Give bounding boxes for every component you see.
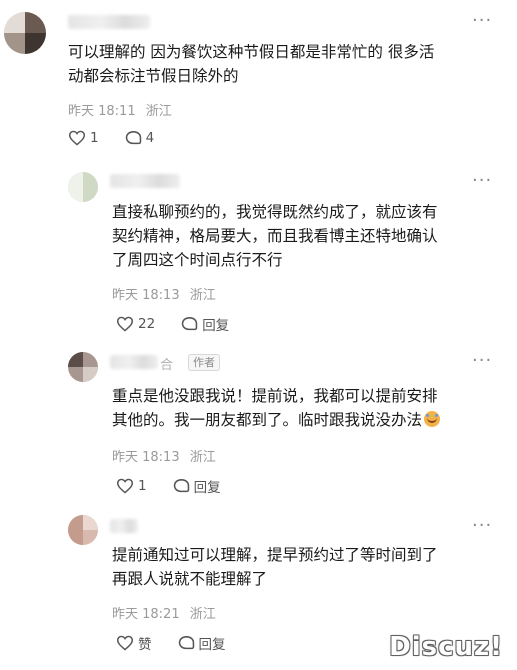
comment-2: ··· 直接私聊预约的，我觉得既然约成了，就应该有 契约精神，格局要大，而且我看…: [0, 160, 517, 340]
comment-bubble-icon: [181, 317, 198, 331]
reply-button[interactable]: 回复: [178, 633, 226, 653]
avatar[interactable]: [68, 352, 98, 382]
comment-meta: 昨天 18:11 浙江: [68, 100, 172, 119]
like-button[interactable]: 赞: [116, 633, 152, 653]
heart-icon: [116, 478, 134, 494]
username-tail: 合: [160, 358, 174, 373]
avatar[interactable]: [68, 515, 98, 545]
reply-count: 4: [145, 130, 155, 146]
comment-time: 昨天 18:13: [112, 288, 180, 303]
comment-meta: 昨天 18:13 浙江: [112, 446, 216, 465]
reply-button[interactable]: 回复: [181, 314, 229, 334]
comment-time: 昨天 18:21: [112, 607, 180, 622]
like-label: 赞: [138, 637, 152, 653]
comment-actions: 22 回复: [116, 314, 255, 334]
comment-bubble-icon: [173, 479, 189, 493]
like-count: 1: [138, 478, 147, 494]
comment-bubble-icon: [125, 131, 141, 145]
comment-actions: 1 回复: [116, 476, 247, 496]
avatar[interactable]: [68, 172, 98, 202]
like-button[interactable]: 1: [68, 130, 99, 146]
like-count: 22: [138, 316, 156, 332]
comment-actions: 赞 回复: [116, 633, 252, 653]
comment-text: 直接私聊预约的，我觉得既然约成了，就应该有 契约精神，格局要大，而且我看博主还特…: [112, 203, 438, 269]
sad-emoji-icon: [424, 411, 441, 427]
heart-icon: [68, 130, 86, 146]
avatar[interactable]: [4, 12, 46, 54]
comment-button[interactable]: 4: [125, 130, 155, 146]
comment-3: 合 作者 ··· 重点是他没跟我说！提前说，我都可以提前安排 其他的。我一朋友都…: [0, 340, 517, 505]
comment-location: 浙江: [189, 450, 216, 465]
comment-location: 浙江: [189, 607, 216, 622]
more-dots-icon[interactable]: ···: [472, 352, 492, 370]
comment-text: 重点是他没跟我说！提前说，我都可以提前安排 其他的。我一朋友都到了。临时跟我说没…: [112, 384, 441, 432]
more-dots-icon[interactable]: ···: [472, 172, 492, 190]
comment-time: 昨天 18:13: [112, 450, 180, 465]
comment-1: ··· 可以理解的 因为餐饮这种节假日都是非常忙的 很多活 动都会标注节假日除外…: [0, 0, 517, 160]
reply-button[interactable]: 回复: [173, 476, 221, 496]
comment-location: 浙江: [145, 104, 172, 119]
username-blurred[interactable]: [110, 355, 158, 369]
reply-label: 回复: [198, 637, 226, 653]
comment-meta: 昨天 18:21 浙江: [112, 603, 216, 622]
comment-text: 可以理解的 因为餐饮这种节假日都是非常忙的 很多活 动都会标注节假日除外的: [68, 43, 435, 85]
comment-text: 提前通知过可以理解，提早预约过了等时间到了 再跟人说就不能理解了: [112, 546, 438, 588]
comment-bubble-icon: [178, 636, 194, 650]
more-dots-icon[interactable]: ···: [472, 517, 492, 535]
username-blurred[interactable]: [110, 519, 138, 533]
like-count: 1: [90, 130, 99, 146]
author-badge: 作者: [188, 354, 220, 371]
comment-time: 昨天 18:11: [68, 104, 136, 119]
heart-icon: [116, 635, 134, 651]
reply-label: 回复: [202, 318, 230, 334]
heart-icon: [116, 316, 134, 332]
like-button[interactable]: 22: [116, 316, 155, 332]
more-dots-icon[interactable]: ···: [472, 12, 492, 30]
comment-actions: 1 4: [68, 130, 180, 146]
username-blurred[interactable]: [68, 15, 150, 29]
reply-label: 回复: [193, 480, 221, 496]
comment-location: 浙江: [189, 288, 216, 303]
watermark-logo: Discuz!: [389, 632, 503, 662]
like-button[interactable]: 1: [116, 478, 147, 494]
comment-meta: 昨天 18:13 浙江: [112, 284, 216, 303]
username-blurred[interactable]: [110, 174, 180, 188]
